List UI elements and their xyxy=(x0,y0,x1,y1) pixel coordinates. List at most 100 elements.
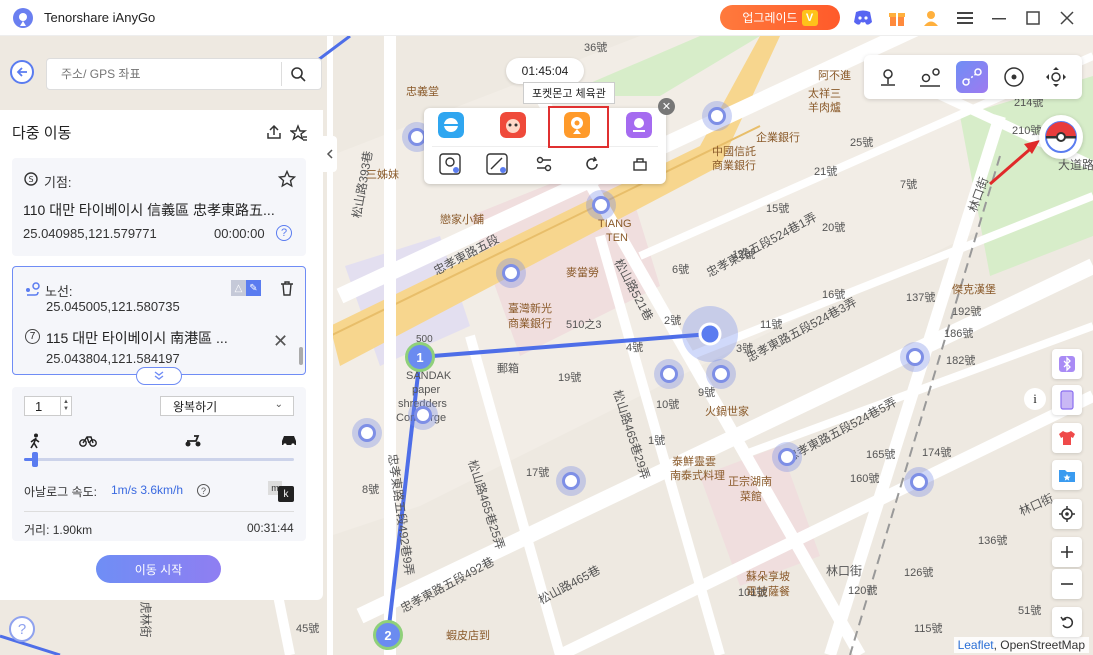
help-button[interactable]: ? xyxy=(9,616,35,642)
account-icon[interactable] xyxy=(921,8,941,28)
shop-icon[interactable] xyxy=(628,152,652,176)
four-arrows-icon xyxy=(1046,67,1066,87)
house-number: 10號 xyxy=(656,399,680,411)
zoom-in-button[interactable] xyxy=(1052,537,1082,567)
collapse-panel-button[interactable] xyxy=(323,136,337,172)
house-number: 25號 xyxy=(850,137,874,149)
favorite-list-icon[interactable] xyxy=(290,124,308,142)
route-settings-icon[interactable] xyxy=(532,152,556,176)
speed-slider[interactable] xyxy=(24,452,294,467)
search-input[interactable] xyxy=(61,67,281,81)
location-app-icon[interactable] xyxy=(626,112,652,138)
start-coordinates: 25.040985,121.579771 xyxy=(23,226,157,241)
back-button[interactable] xyxy=(10,60,34,84)
start-move-button[interactable]: 이동 시작 xyxy=(96,555,221,583)
bluetooth-button[interactable] xyxy=(1052,349,1082,379)
joystick-mode-button[interactable] xyxy=(998,61,1030,93)
speed-help-icon[interactable]: ? xyxy=(197,484,210,497)
house-number: 510之3 xyxy=(566,319,602,331)
monster-hunter-app-icon[interactable] xyxy=(500,112,526,138)
poi-label: 蝦皮店到 xyxy=(446,630,490,642)
menu-icon[interactable] xyxy=(955,8,975,28)
route-edit-icon[interactable]: ✎ xyxy=(246,280,261,296)
favorites-folder-button[interactable] xyxy=(1052,460,1082,490)
car-icon[interactable] xyxy=(280,433,298,447)
remove-stop-icon[interactable]: ✕ xyxy=(273,331,288,352)
route-scrollbar[interactable] xyxy=(299,347,303,365)
repeat-count-stepper[interactable]: 1 ▲ ▼ xyxy=(24,396,72,416)
gym-pin[interactable] xyxy=(706,359,736,389)
maximize-icon[interactable] xyxy=(1023,8,1043,28)
waypoint-number: 1 xyxy=(416,349,424,365)
gym-pin[interactable] xyxy=(408,400,438,430)
refresh-icon[interactable] xyxy=(580,152,604,176)
minimize-icon[interactable] xyxy=(989,8,1009,28)
skin-button[interactable] xyxy=(1052,423,1082,453)
share-icon[interactable] xyxy=(266,124,282,140)
expand-route-button[interactable] xyxy=(136,367,182,385)
pokeball-button[interactable] xyxy=(1039,115,1083,159)
trash-icon[interactable] xyxy=(279,280,295,296)
gym-pin[interactable] xyxy=(772,442,802,472)
gym-pin[interactable] xyxy=(904,467,934,497)
locate-button[interactable] xyxy=(1052,499,1082,529)
gym-pin[interactable] xyxy=(352,418,382,448)
poi-label: 泰鮮靈雲 xyxy=(672,456,716,468)
divider xyxy=(24,511,294,512)
move-mode-select[interactable]: 왕복하기 ⌄ xyxy=(160,396,294,416)
poi-label: 正宗湖南 xyxy=(728,476,772,488)
unit-k[interactable]: k xyxy=(278,486,294,502)
house-number: 186號 xyxy=(944,328,974,340)
route-card[interactable]: 노선: △ ✎ 25.045005,121.580735 7 115 대만 타이… xyxy=(12,266,306,375)
gym-pin[interactable] xyxy=(556,466,586,496)
route-view-icon[interactable]: △ xyxy=(231,280,246,296)
gift-icon[interactable] xyxy=(887,8,907,28)
star-icon[interactable] xyxy=(278,170,296,188)
house-number: 51號 xyxy=(1018,605,1042,617)
upgrade-button[interactable]: 업그레이드 V xyxy=(720,5,840,30)
info-button[interactable]: i xyxy=(1024,388,1046,410)
close-icon[interactable] xyxy=(1057,8,1077,28)
gym-pin[interactable] xyxy=(900,342,930,372)
gym-pin[interactable] xyxy=(654,359,684,389)
gym-pin[interactable] xyxy=(586,190,616,220)
waypoint-marker[interactable]: 2 xyxy=(373,620,403,650)
two-spot-mode-button[interactable] xyxy=(914,61,946,93)
help-icon[interactable]: ? xyxy=(276,225,292,241)
start-point-card[interactable]: S 기점: 110 대만 타이베이시 信義區 忠孝東路五... 25.04098… xyxy=(12,158,306,256)
waypoint-marker[interactable]: 1 xyxy=(405,342,435,372)
move-arrows-mode-button[interactable] xyxy=(1040,61,1072,93)
multi-spot-mode-button[interactable] xyxy=(956,61,988,93)
gym-pin[interactable] xyxy=(702,101,732,131)
stop-filter-icon[interactable] xyxy=(485,152,509,176)
scooter-icon[interactable] xyxy=(184,433,202,447)
popup-close-button[interactable]: ✕ xyxy=(658,98,675,115)
house-number: 182號 xyxy=(946,355,976,367)
poi-label: 臺灣新光 xyxy=(508,303,552,315)
leaflet-link[interactable]: Leaflet xyxy=(958,638,994,652)
bicycle-icon[interactable] xyxy=(79,433,97,447)
repeat-count-value[interactable]: 1 xyxy=(35,399,60,414)
pokemon-go-app-icon[interactable] xyxy=(438,112,464,138)
device-button[interactable] xyxy=(1052,385,1082,415)
route-edit-toggle[interactable]: △ ✎ xyxy=(231,280,261,296)
teleport-mode-button[interactable] xyxy=(872,61,904,93)
zoom-out-button[interactable] xyxy=(1052,569,1082,599)
house-number: 165號 xyxy=(866,449,896,461)
poi-label: 戀家小舖 xyxy=(440,214,484,226)
unit-toggle[interactable]: m k xyxy=(268,481,294,502)
move-settings-card: 1 ▲ ▼ 왕복하기 ⌄ 아날로그 속도: 1m/s 3.6km/h ? m k … xyxy=(12,387,306,541)
start-time: 00:00:00 xyxy=(214,226,265,241)
stepper-arrows[interactable]: ▲ ▼ xyxy=(60,397,71,415)
gym-pin[interactable] xyxy=(496,258,526,288)
walk-icon[interactable] xyxy=(28,433,42,449)
house-number: 8號 xyxy=(362,484,380,496)
house-number: 15號 xyxy=(766,203,790,215)
speed-slider-thumb[interactable] xyxy=(31,452,38,467)
discord-icon[interactable] xyxy=(853,8,873,28)
house-number: 4號 xyxy=(626,342,644,354)
search-icon[interactable] xyxy=(290,66,306,82)
gym-filter-icon[interactable] xyxy=(438,152,462,176)
route-prev-coordinates: 25.045005,121.580735 xyxy=(46,299,180,314)
reset-button[interactable] xyxy=(1052,607,1082,637)
